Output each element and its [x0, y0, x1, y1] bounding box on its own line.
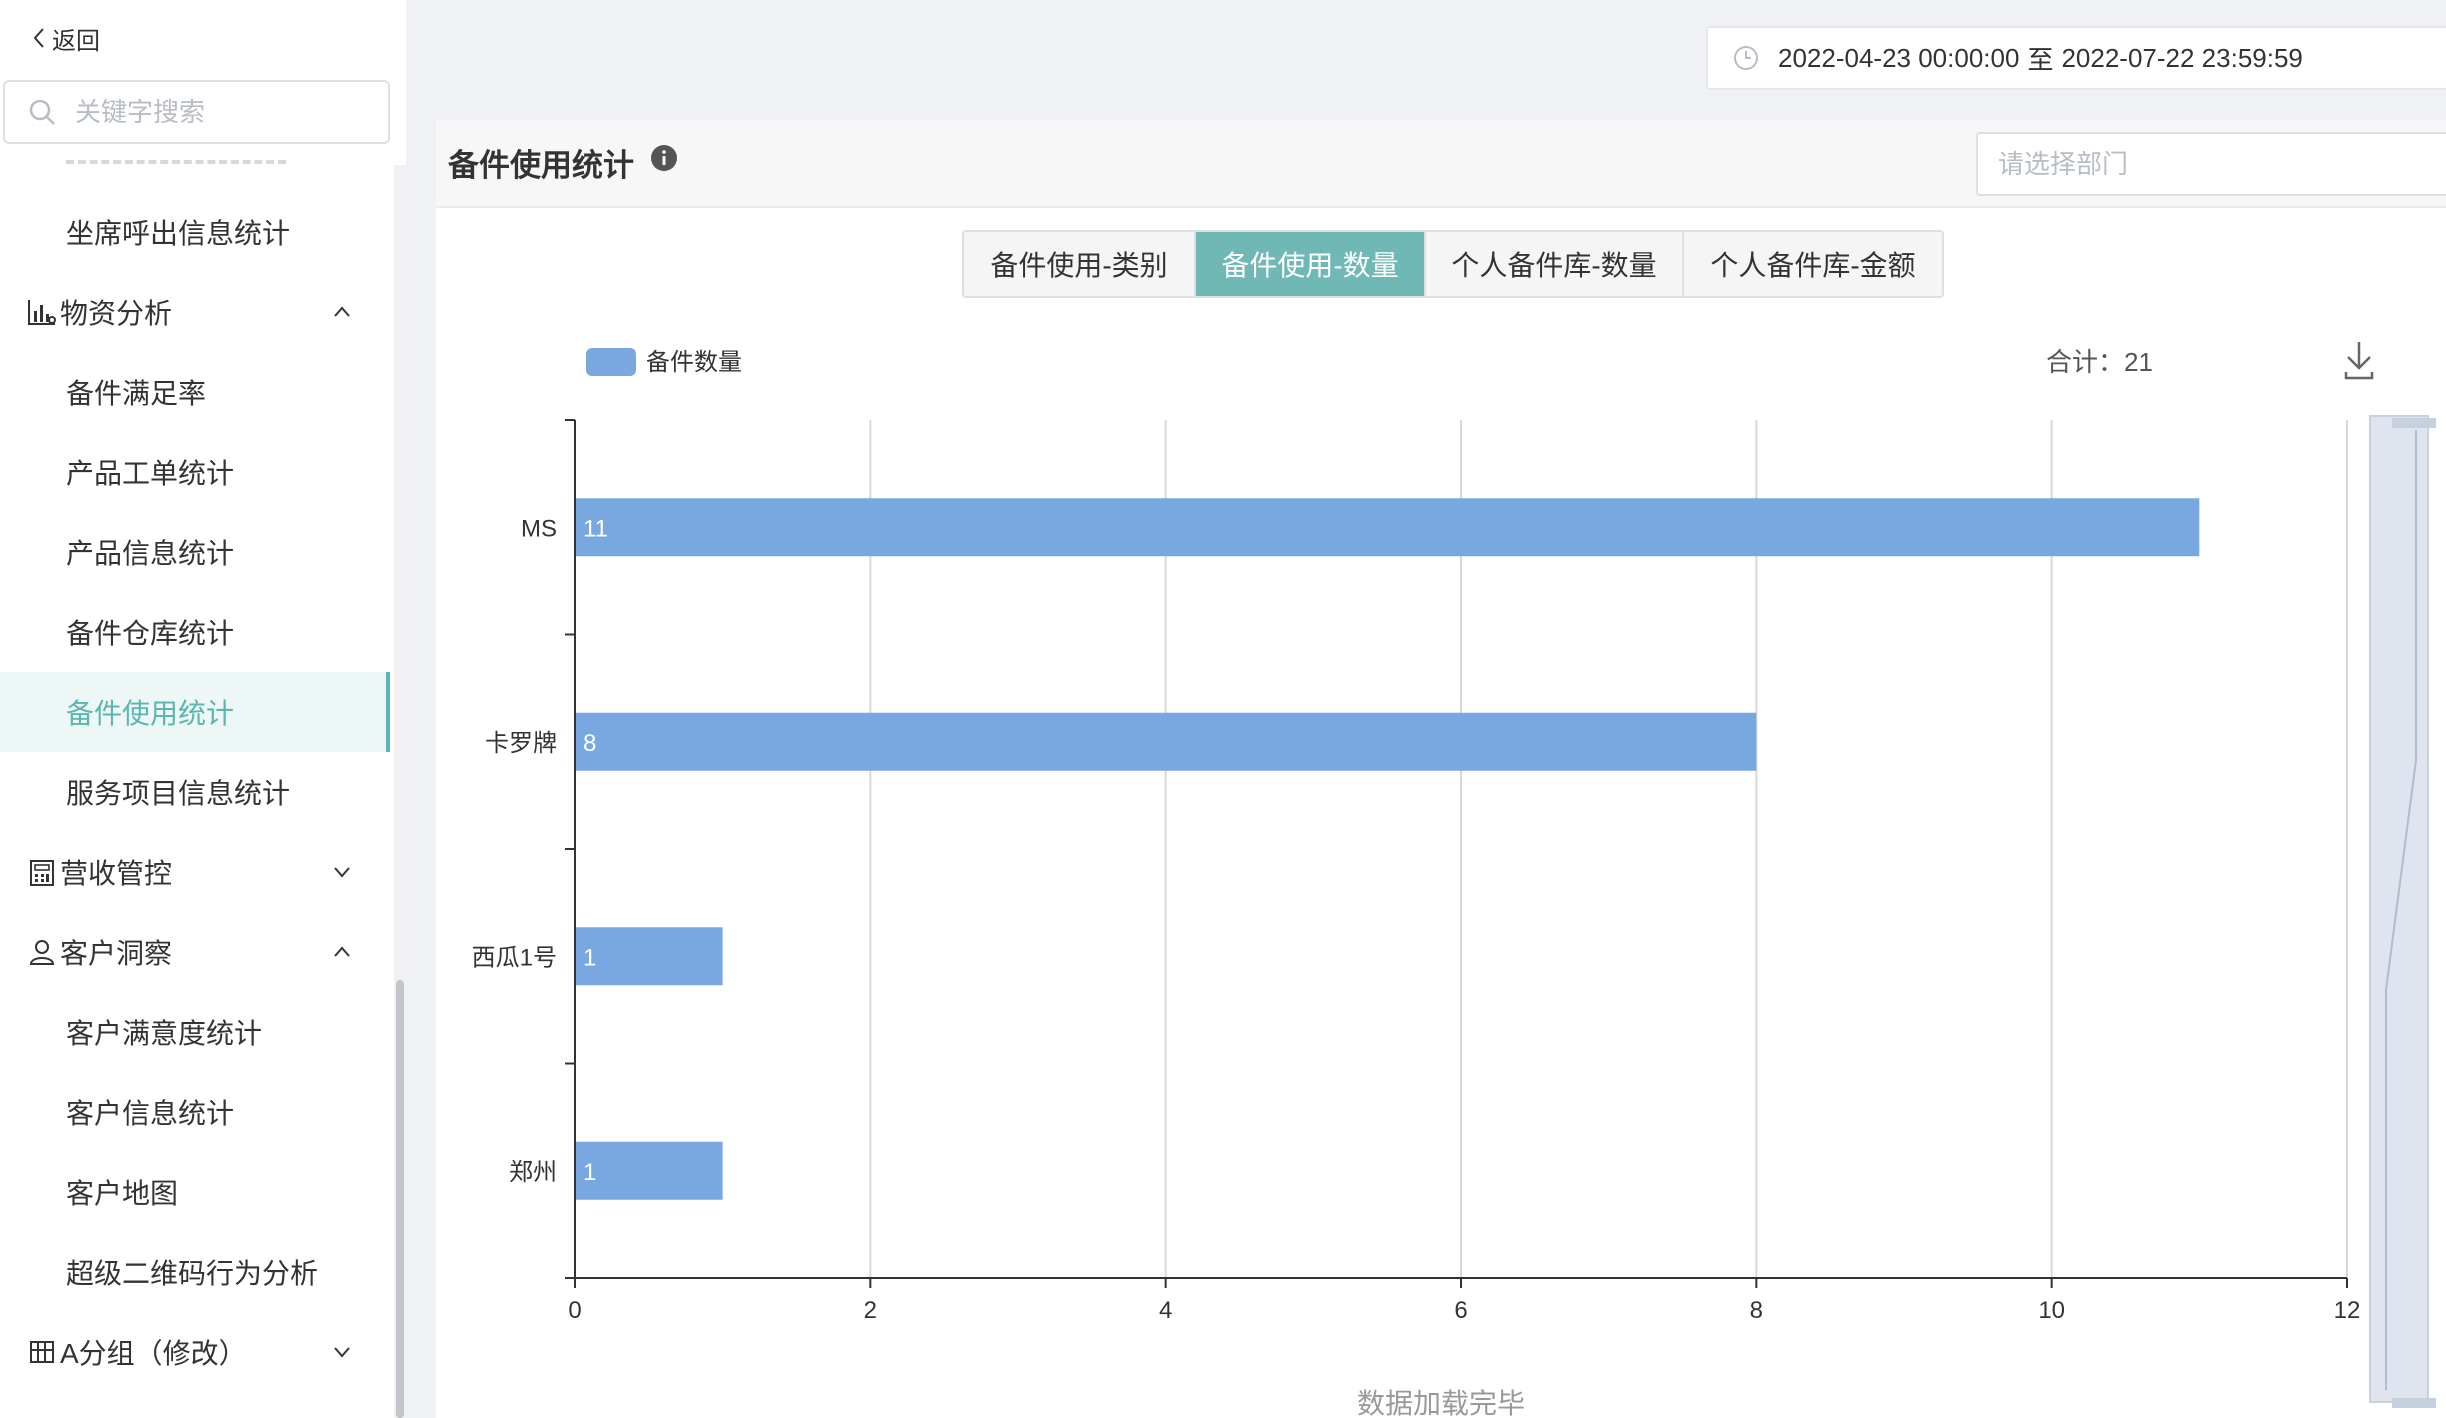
- y-category-label: 西瓜1号: [472, 944, 557, 971]
- legend-label[interactable]: 备件数量: [646, 349, 742, 376]
- menu-group-a-group[interactable]: A分组（修改）: [0, 1312, 390, 1392]
- user-icon: [29, 940, 55, 965]
- back-button[interactable]: 返回: [30, 20, 100, 56]
- menu-group-revenue[interactable]: 营收管控: [0, 832, 390, 912]
- bar[interactable]: [575, 498, 2200, 557]
- sidebar: 返回 坐席呼出信息统计 物资分析 备件满足率 产品工单统计 产品信息统计 备件仓…: [0, 0, 406, 1418]
- menu-item-product-workorder[interactable]: 产品工单统计: [0, 432, 390, 512]
- x-tick-label: 4: [1159, 1297, 1172, 1324]
- back-label: 返回: [52, 27, 100, 55]
- bar-data-label: 8: [583, 730, 596, 757]
- menu-item-product-info[interactable]: 产品信息统计: [0, 512, 390, 592]
- menu-item-customer-satisfaction[interactable]: 客户满意度统计: [0, 992, 390, 1072]
- y-category-label: 卡罗牌: [485, 730, 557, 757]
- bar[interactable]: [575, 927, 723, 986]
- bar-chart: 11811 0 2 4 6 8 10 12MS卡罗牌西瓜1号郑州 备件数量 合计：21: [472, 342, 2436, 1408]
- chevron-down-icon: [334, 867, 350, 878]
- x-tick-label: 8: [1750, 1297, 1763, 1324]
- calculator-icon: [30, 860, 54, 886]
- date-separator: 至: [2027, 44, 2054, 75]
- search-icon: [29, 99, 55, 125]
- menu-item-spare-fulfillment[interactable]: 备件满足率: [0, 352, 390, 432]
- bar-chart-icon: [28, 300, 56, 325]
- bar[interactable]: [575, 1141, 723, 1200]
- sidebar-scrollbar-thumb[interactable]: [396, 980, 404, 1418]
- menu-group-customer-insight[interactable]: 客户洞察: [0, 912, 390, 992]
- status-text: 数据加载完毕: [1356, 1388, 1525, 1418]
- menu-item-service-project[interactable]: 服务项目信息统计: [0, 752, 390, 832]
- stats-panel: 备件使用统计 备件使用-类别 备件使用-数量 个人备件库-数量 个人备件库-金额…: [436, 120, 2446, 1418]
- board-icon: [30, 1341, 54, 1363]
- x-tick-label: 0: [568, 1297, 581, 1324]
- menu-item-customer-map[interactable]: 客户地图: [0, 1152, 390, 1232]
- datazoom-slider[interactable]: [2369, 415, 2436, 1408]
- chevron-up-icon: [334, 946, 350, 957]
- clock-icon: [1734, 46, 1758, 70]
- chevron-left-icon: [33, 28, 44, 48]
- menu-item-spare-warehouse[interactable]: 备件仓库统计: [0, 592, 390, 672]
- chevron-down-icon: [334, 1347, 350, 1358]
- x-tick-label: 10: [2038, 1297, 2065, 1324]
- clipped-menu-item: [66, 160, 286, 168]
- menu-group-materials[interactable]: 物资分析: [0, 272, 390, 352]
- x-tick-label: 6: [1454, 1297, 1467, 1324]
- search-input[interactable]: [75, 96, 375, 128]
- date-start[interactable]: 2022-04-23 00:00:00: [1778, 43, 2019, 74]
- y-category-label: MS: [521, 515, 557, 542]
- x-tick-label: 2: [864, 1297, 877, 1324]
- menu-item-customer-info[interactable]: 客户信息统计: [0, 1072, 390, 1152]
- total-label: 合计：21: [2046, 347, 2153, 377]
- download-icon[interactable]: [2344, 342, 2374, 380]
- bar-data-label: 1: [583, 1159, 596, 1186]
- chevron-up-icon: [334, 306, 350, 317]
- bar[interactable]: [575, 712, 1757, 771]
- x-tick-label: 12: [2334, 1297, 2361, 1324]
- menu-item-qrcode-analysis[interactable]: 超级二维码行为分析: [0, 1232, 390, 1312]
- legend-swatch[interactable]: [586, 348, 636, 376]
- bar-data-label: 1: [583, 944, 596, 971]
- menu-item-agent-outbound[interactable]: 坐席呼出信息统计: [0, 192, 390, 272]
- bar-data-label: 11: [583, 515, 608, 542]
- date-end[interactable]: 2022-07-22 23:59:59: [2061, 43, 2302, 74]
- datazoom-handle-top[interactable]: [2392, 418, 2436, 428]
- menu-item-spare-usage[interactable]: 备件使用统计: [0, 672, 390, 752]
- search-box[interactable]: [3, 80, 390, 144]
- y-category-label: 郑州: [509, 1159, 557, 1186]
- date-range-picker[interactable]: 2022-04-23 00:00:00 至 2022-07-22 23:59:5…: [1706, 26, 2446, 90]
